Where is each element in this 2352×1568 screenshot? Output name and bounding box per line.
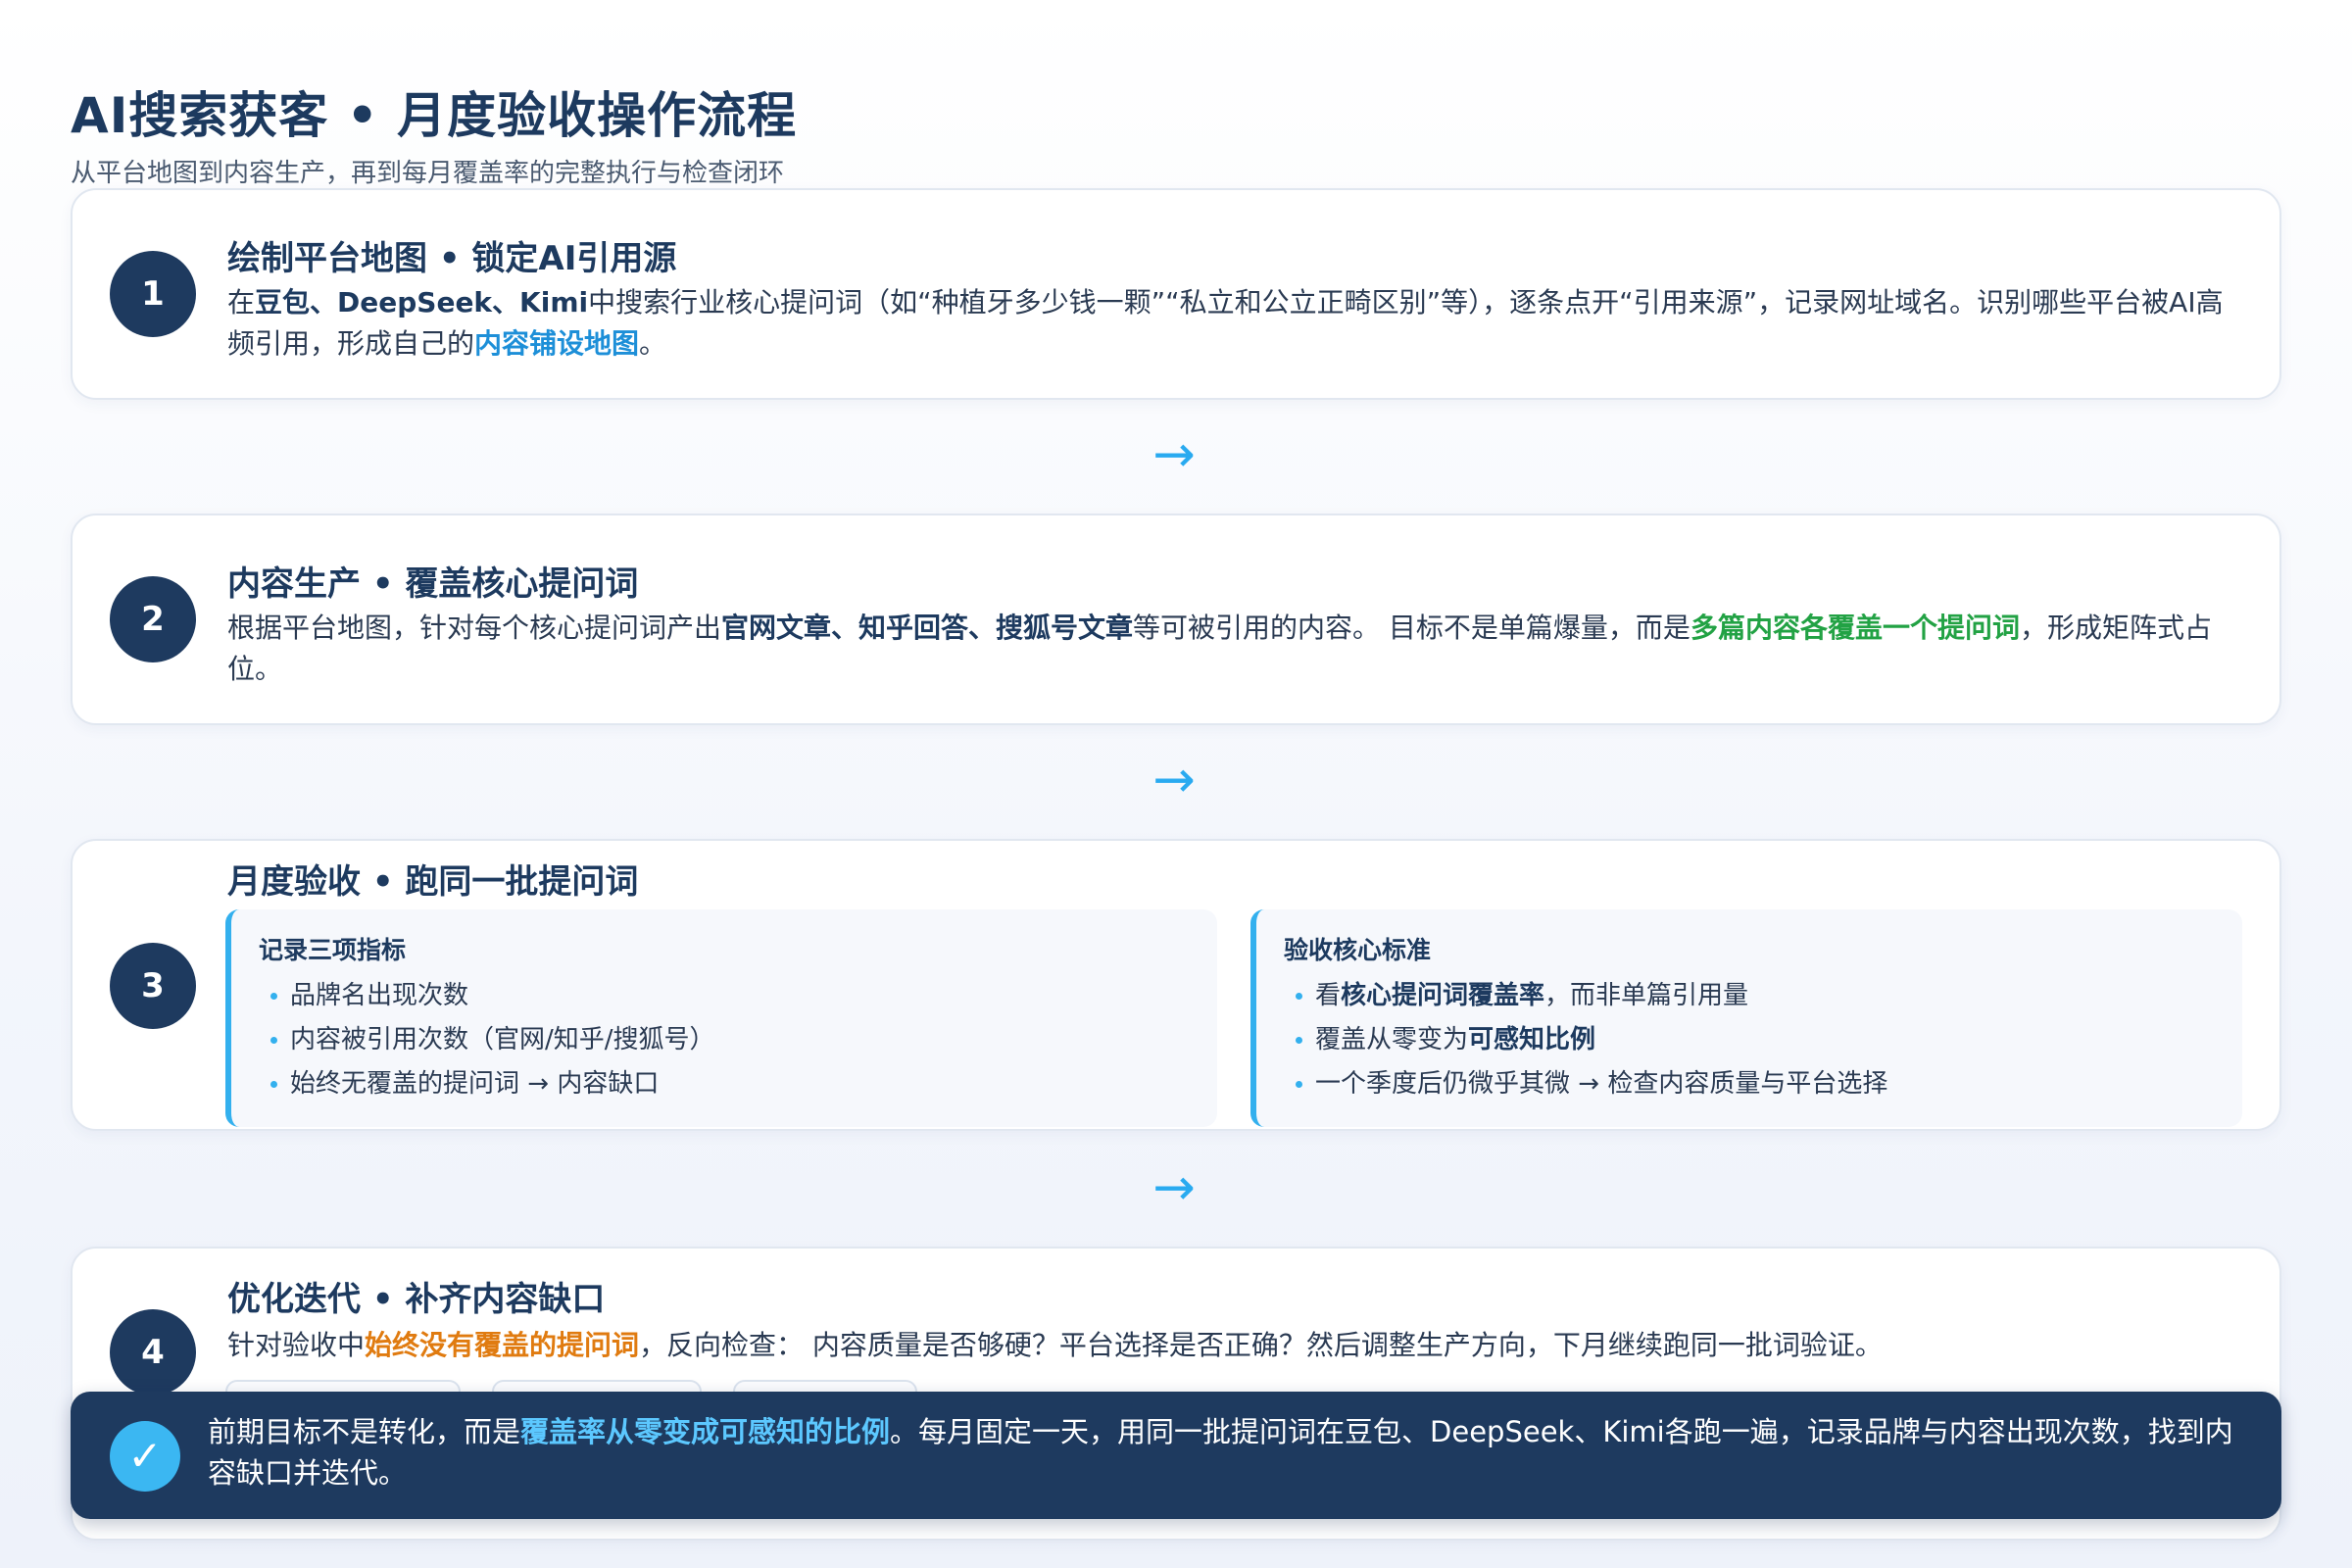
step-number-badge: 3 <box>110 943 196 1029</box>
step-card-1: 1 绘制平台地图 • 锁定AI引用源 在豆包、DeepSeek、Kimi中搜索行… <box>71 188 2281 400</box>
step-title: 月度验收 • 跑同一批提问词 <box>227 862 639 902</box>
arrow-right-icon: → <box>1152 425 1196 484</box>
item-text: 内容被引用次数（官网/知乎/搜狐号） <box>290 1025 715 1054</box>
text-segment: 根据平台地图，针对每个核心提问词产出 <box>227 612 722 644</box>
highlight-text: 内容铺设地图 <box>474 327 640 360</box>
item-text: 看 <box>1315 981 1342 1010</box>
item-text: 品牌名出现次数 <box>290 981 469 1010</box>
summary-text: 前期目标不是转化，而是覆盖率从零变成可感知的比例。每月固定一天，用同一批提问词在… <box>208 1411 2242 1494</box>
list-item: 内容被引用次数（官网/知乎/搜狐号） <box>270 1018 715 1062</box>
list-item: 看核心提问词覆盖率，而非单篇引用量 <box>1296 974 1887 1018</box>
step-number-badge: 1 <box>110 251 196 337</box>
text-segment: 前期目标不是转化，而是 <box>208 1415 521 1448</box>
step-description: 根据平台地图，针对每个核心提问词产出官网文章、知乎回答、搜狐号文章等可被引用的内… <box>227 608 2230 690</box>
list-item: 覆盖从零变为可感知比例 <box>1296 1018 1887 1062</box>
step-title: 绘制平台地图 • 锁定AI引用源 <box>227 239 677 278</box>
bold-text: 官网文章、知乎回答、搜狐号文章 <box>721 612 1134 644</box>
list-item: 一个季度后仍微乎其微 → 检查内容质量与平台选择 <box>1296 1062 1887 1106</box>
list-item: 品牌名出现次数 <box>270 974 715 1018</box>
item-text: 始终无覆盖的提问词 → 内容缺口 <box>290 1069 660 1099</box>
highlight-text: 始终没有覆盖的提问词 <box>365 1329 640 1361</box>
highlight-text: 覆盖率从零变成可感知的比例 <box>520 1415 891 1448</box>
page-title: AI搜索获客 • 月度验收操作流程 <box>71 87 798 144</box>
text-segment: 。 <box>639 327 667 360</box>
panel-title: 记录三项指标 <box>259 936 407 964</box>
panel-title: 验收核心标准 <box>1284 936 1432 964</box>
bold-text: 可感知比例 <box>1468 1025 1596 1054</box>
criteria-panel: 验收核心标准 看核心提问词覆盖率，而非单篇引用量 覆盖从零变为可感知比例 一个季… <box>1250 909 2242 1127</box>
step-description: 在豆包、DeepSeek、Kimi中搜索行业核心提问词（如“种植牙多少钱一颗”“… <box>227 282 2230 365</box>
page-subtitle: 从平台地图到内容生产，再到每月覆盖率的完整执行与检查闭环 <box>71 159 785 188</box>
step-title: 优化迭代 • 补齐内容缺口 <box>227 1280 606 1319</box>
arrow-right-icon: → <box>1152 751 1196 809</box>
step-card-3: 3 月度验收 • 跑同一批提问词 记录三项指标 品牌名出现次数 内容被引用次数（… <box>71 839 2281 1131</box>
step-card-2: 2 内容生产 • 覆盖核心提问词 根据平台地图，针对每个核心提问词产出官网文章、… <box>71 514 2281 725</box>
bold-text: 核心提问词覆盖率 <box>1341 981 1545 1010</box>
summary-banner: ✓ 前期目标不是转化，而是覆盖率从零变成可感知的比例。每月固定一天，用同一批提问… <box>71 1392 2281 1519</box>
page: AI搜索获客 • 月度验收操作流程 从平台地图到内容生产，再到每月覆盖率的完整执… <box>0 0 2352 1568</box>
list-item: 始终无覆盖的提问词 → 内容缺口 <box>270 1062 715 1106</box>
criteria-list: 看核心提问词覆盖率，而非单篇引用量 覆盖从零变为可感知比例 一个季度后仍微乎其微… <box>1296 974 1887 1106</box>
step-title: 内容生产 • 覆盖核心提问词 <box>227 564 639 604</box>
text-segment: ，反向检查： 内容质量是否够硬？平台选择是否正确？然后调整生产方向，下月继续跑同… <box>639 1329 1883 1361</box>
metrics-list: 品牌名出现次数 内容被引用次数（官网/知乎/搜狐号） 始终无覆盖的提问词 → 内… <box>270 974 715 1106</box>
step-number-badge: 4 <box>110 1309 196 1396</box>
text-segment: 针对验收中 <box>227 1329 366 1361</box>
step-description: 针对验收中始终没有覆盖的提问词，反向检查： 内容质量是否够硬？平台选择是否正确？… <box>227 1325 2230 1366</box>
check-circle-icon: ✓ <box>110 1421 180 1492</box>
step-number-badge: 2 <box>110 576 196 662</box>
highlight-text: 多篇内容各覆盖一个提问词 <box>1690 612 2020 644</box>
metrics-panel: 记录三项指标 品牌名出现次数 内容被引用次数（官网/知乎/搜狐号） 始终无覆盖的… <box>225 909 1217 1127</box>
item-text: 一个季度后仍微乎其微 → 检查内容质量与平台选择 <box>1315 1069 1888 1099</box>
arrow-right-icon: → <box>1152 1158 1196 1217</box>
bold-text: 豆包、DeepSeek、Kimi <box>255 286 589 318</box>
item-text: 覆盖从零变为 <box>1315 1025 1469 1054</box>
text-segment: 在 <box>227 286 256 318</box>
item-text: ，而非单篇引用量 <box>1544 981 1749 1010</box>
text-segment: 等可被引用的内容。 目标不是单篇爆量，而是 <box>1133 612 1690 644</box>
